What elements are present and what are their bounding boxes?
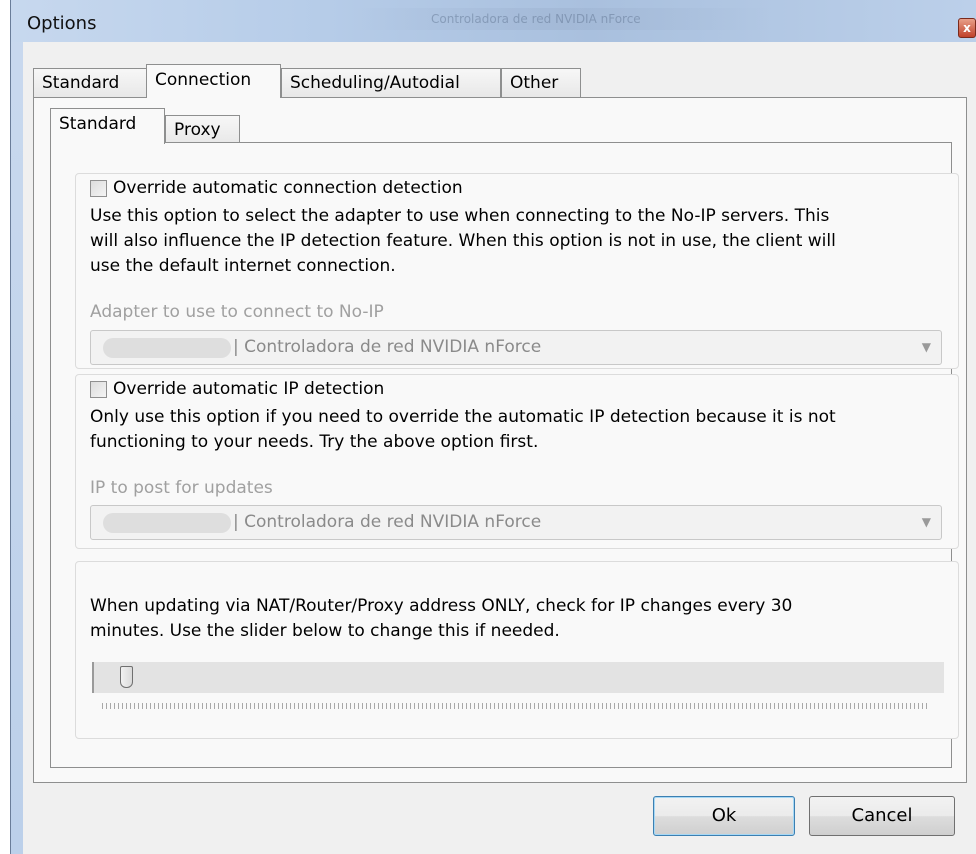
ok-button[interactable]: Ok — [653, 796, 795, 836]
slider-tick-marks — [102, 703, 927, 709]
cancel-button[interactable]: Cancel — [809, 796, 955, 836]
tab-other[interactable]: Other — [501, 68, 581, 97]
override-ip-label: Override automatic IP detection — [113, 379, 385, 399]
override-connection-checkbox[interactable] — [90, 179, 107, 197]
interval-slider-track[interactable] — [92, 662, 944, 693]
ip-description-line: Only use this option if you need to over… — [90, 407, 836, 427]
adapter-description-line: Use this option to select the adapter to… — [90, 206, 830, 226]
adapter-group: Override automatic connection detection … — [75, 173, 959, 369]
redacted-address — [103, 513, 231, 533]
connection-tab-panel: Standard Proxy Override automatic connec… — [33, 97, 967, 783]
interval-slider-thumb[interactable] — [120, 666, 133, 688]
ip-combo[interactable]: | Controladora de red NVIDIA nForce ▼ — [90, 505, 942, 540]
background-window-title: Controladora de red NVIDIA nForce — [351, 8, 771, 30]
ip-field-label: IP to post for updates — [90, 478, 273, 498]
interval-description-line: When updating via NAT/Router/Proxy addre… — [90, 596, 793, 616]
adapter-field-label: Adapter to use to connect to No-IP — [90, 302, 384, 322]
ip-group: Override automatic IP detection Only use… — [75, 374, 959, 549]
window-title: Options — [27, 13, 97, 34]
adapter-description: Use this option to select the adapter to… — [90, 204, 940, 279]
adapter-combo[interactable]: | Controladora de red NVIDIA nForce ▼ — [90, 330, 942, 365]
dialog-client-area: Standard Connection Scheduling/Autodial … — [23, 42, 976, 854]
redacted-address — [103, 338, 231, 358]
chevron-down-icon[interactable]: ▼ — [922, 506, 931, 539]
override-connection-label: Override automatic connection detection — [113, 178, 463, 198]
subtab-standard[interactable]: Standard — [50, 108, 165, 144]
interval-description: When updating via NAT/Router/Proxy addre… — [90, 594, 940, 644]
options-window: Options Controladora de red NVIDIA nForc… — [10, 0, 976, 854]
override-ip-checkbox[interactable] — [90, 380, 107, 398]
title-bar[interactable]: Options Controladora de red NVIDIA nForc… — [11, 0, 976, 42]
tab-scheduling-autodial[interactable]: Scheduling/Autodial — [281, 68, 501, 97]
adapter-description-line: will also influence the IP detection fea… — [90, 231, 836, 251]
interval-description-line: minutes. Use the slider below to change … — [90, 621, 560, 641]
subtab-proxy[interactable]: Proxy — [165, 115, 240, 144]
adapter-description-line: use the default internet connection. — [90, 256, 396, 276]
tab-connection[interactable]: Connection — [146, 64, 281, 98]
tab-standard[interactable]: Standard — [33, 68, 148, 97]
standard-subtab-panel: Override automatic connection detection … — [50, 142, 959, 768]
override-ip-row[interactable]: Override automatic IP detection — [90, 379, 384, 399]
close-icon[interactable]: x — [958, 18, 976, 38]
interval-group: When updating via NAT/Router/Proxy addre… — [75, 561, 959, 739]
adapter-combo-value: | Controladora de red NVIDIA nForce — [233, 337, 542, 357]
ip-combo-value: | Controladora de red NVIDIA nForce — [233, 512, 542, 532]
ip-description: Only use this option if you need to over… — [90, 405, 940, 455]
ip-description-line: functioning to your needs. Try the above… — [90, 432, 539, 452]
chevron-down-icon[interactable]: ▼ — [922, 331, 931, 364]
override-connection-row[interactable]: Override automatic connection detection — [90, 178, 463, 198]
